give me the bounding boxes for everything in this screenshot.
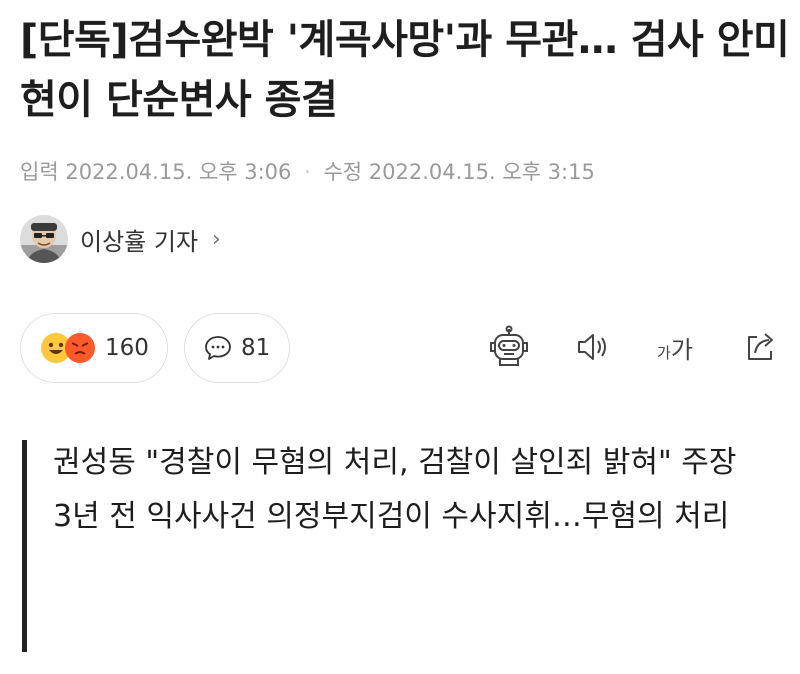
date-separator: · [304,160,311,184]
font-size-button[interactable]: 가 가 [650,322,700,372]
date-input-label: 입력 [20,160,59,184]
font-size-small-label: 가 [657,343,671,362]
reporter-name: 이상휼 기자 [80,227,199,256]
article-dates: 입력 2022.04.15. 오후 3:06 · 수정 2022.04.15. … [20,156,595,186]
comments-button[interactable]: 81 [184,313,290,383]
angry-emoji-icon [65,333,95,363]
comments-count: 81 [241,335,271,361]
font-size-icon: 가 가 [657,330,693,365]
date-edit-label: 수정 [323,160,363,184]
date-edit: 2022.04.15. 오후 3:15 [368,160,595,184]
listen-button[interactable] [568,322,618,372]
font-size-large-label: 가 [670,335,693,364]
article-title: [단독]검수완박 '계곡사망'과 무관… 검사 안미현이 단순변사 종결 [20,17,790,123]
robot-summary-icon [487,325,531,369]
comment-bubble-icon [203,333,233,363]
share-icon [741,327,781,367]
share-button[interactable] [736,322,786,372]
speaker-icon [573,327,613,367]
reactions-button[interactable]: 160 [20,313,168,383]
reporter-link[interactable]: 이상휼 기자 › [20,214,221,264]
chevron-right-icon: › [212,226,221,252]
robot-summary-button[interactable] [484,322,534,372]
reactions-count: 160 [105,335,149,361]
summary-line: 3년 전 익사사건 의정부지검이 수사지휘…무혐의 처리 [53,499,730,534]
reporter-avatar [20,215,68,263]
summary-line: 권성동 "경찰이 무혐의 처리, 검찰이 살인죄 밝혀" 주장 [53,445,737,480]
date-input: 2022.04.15. 오후 3:06 [65,160,292,184]
article-summary: 권성동 "경찰이 무혐의 처리, 검찰이 살인죄 밝혀" 주장 3년 전 익사사… [22,440,782,652]
